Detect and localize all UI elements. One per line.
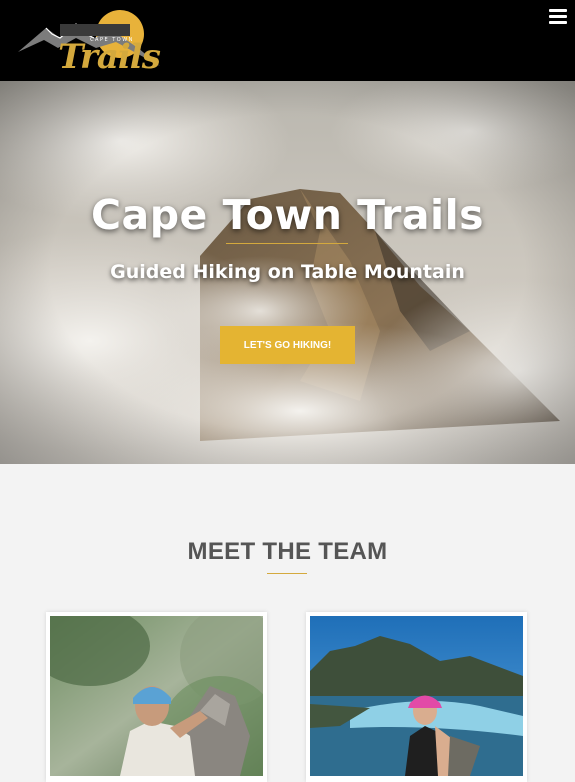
lets-go-hiking-button[interactable]: LET'S GO HIKING! — [220, 326, 355, 364]
top-navbar: CAPE TOWN Trails — [0, 0, 575, 81]
team-divider — [267, 573, 307, 574]
hero-banner: Cape Town Trails Guided Hiking on Table … — [0, 81, 575, 464]
hero-divider — [226, 243, 348, 244]
team-member-card[interactable] — [306, 612, 527, 782]
hero-title: Cape Town Trails — [90, 191, 485, 239]
site-logo[interactable]: CAPE TOWN Trails — [16, 8, 162, 77]
hamburger-menu-icon[interactable] — [548, 8, 568, 26]
hero-subtitle: Guided Hiking on Table Mountain — [110, 261, 465, 283]
guide-climbing-rock-photo — [50, 616, 263, 776]
guide-sitting-above-bay-photo — [310, 616, 523, 776]
logo-script-text: Trails — [58, 37, 161, 77]
team-section-title: MEET THE TEAM — [187, 538, 388, 565]
team-member-card[interactable] — [46, 612, 267, 782]
